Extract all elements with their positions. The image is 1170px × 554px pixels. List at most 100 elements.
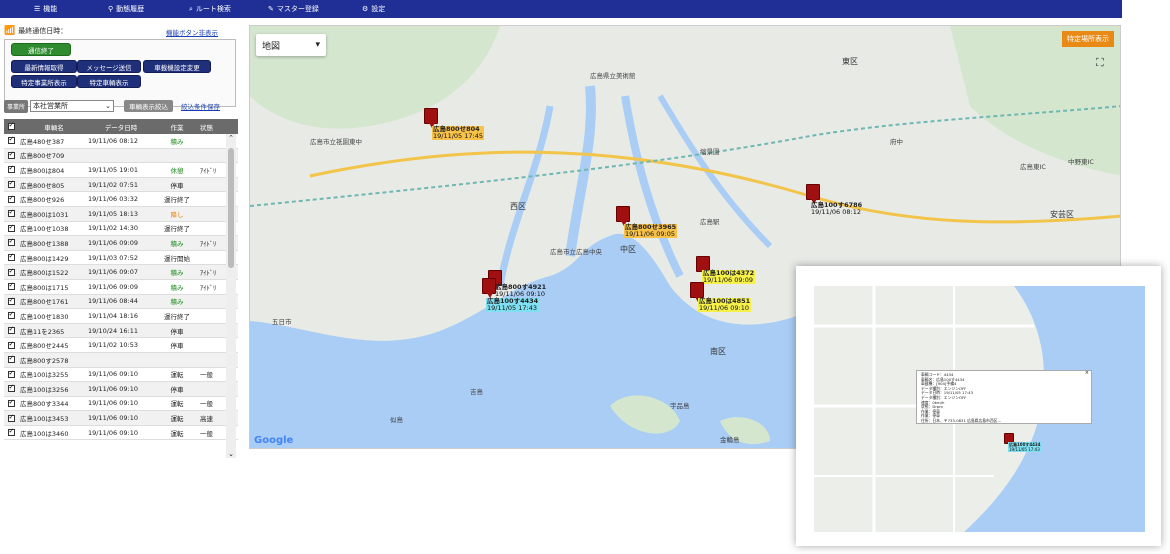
edit-icon: ✎ — [268, 5, 274, 13]
table-row[interactable]: 広島800せ805 19/11/02 07:51 停車 — [4, 177, 238, 193]
data-date: 19/11/06 08:44 — [88, 297, 138, 306]
table-row[interactable]: 広島11を2365 19/10/24 16:11 停車 — [4, 323, 238, 339]
show-office-button[interactable]: 特定事業所表示 — [11, 75, 77, 88]
office-select[interactable]: 本社営業所 ⌄ — [30, 100, 115, 112]
hide-func-buttons-link[interactable]: 機能ボタン非表示 — [166, 27, 218, 37]
row-checkbox[interactable] — [7, 208, 15, 218]
table-row[interactable]: 広島100は3460 19/11/06 09:10 運転 一般 — [4, 426, 238, 441]
special-place-button[interactable]: 特定場所表示 — [1062, 31, 1114, 47]
vehicle-info-popup: 車輌コード：4434 車輌名：広島100す4434 車載機：[904]予備4 データ種… — [916, 370, 1092, 424]
table-row[interactable]: 広島800す2578 — [4, 352, 238, 368]
vehicle-marker[interactable] — [806, 184, 820, 204]
table-row[interactable]: 広島800す3344 19/11/06 09:10 運転 一般 — [4, 397, 238, 412]
nav-history[interactable]: ⚲ 動態履歴 — [108, 4, 144, 14]
vehicle-name: 広島480せ387 — [20, 137, 65, 146]
show-vehicle-button[interactable]: 特定車輌表示 — [77, 75, 141, 88]
scroll-up-icon[interactable]: ⌃ — [226, 134, 236, 142]
table-row[interactable]: 広島800は1715 19/11/06 09:09 積み ｱｲﾄﾞﾘ — [4, 280, 238, 295]
table-row[interactable]: 広島480せ387 19/11/06 08:12 積み — [4, 134, 238, 149]
map-type-select[interactable]: 地図 ▾ — [256, 34, 326, 56]
row-checkbox[interactable] — [7, 150, 15, 159]
scroll-thumb[interactable] — [228, 148, 234, 268]
row-checkbox[interactable] — [7, 354, 15, 364]
nav-functions[interactable]: ☰ 機能 — [34, 4, 57, 14]
select-all-checkbox[interactable] — [7, 121, 15, 130]
scroll-down-icon[interactable]: ⌄ — [226, 450, 236, 458]
row-checkbox[interactable] — [7, 252, 15, 262]
row-checkbox[interactable] — [7, 310, 15, 320]
work-status: 積み — [170, 298, 184, 307]
row-checkbox[interactable] — [7, 194, 15, 203]
work-status: 停車 — [170, 181, 184, 190]
inset-map-panel: 車輌コード：4434 車輌名：広島100す4434 車載機：[904]予備4 データ種… — [796, 266, 1161, 546]
table-row[interactable]: 広島100は3256 19/11/06 09:10 停車 — [4, 382, 238, 397]
row-checkbox[interactable] — [7, 383, 15, 393]
place-label: 吉島 — [470, 388, 483, 396]
work-status: 運転 — [170, 415, 184, 424]
row-checkbox[interactable] — [7, 398, 15, 407]
table-row[interactable]: 広島800せ709 — [4, 148, 238, 164]
close-icon[interactable]: × — [1085, 371, 1089, 376]
state: 一般 — [200, 429, 213, 438]
row-checkbox[interactable] — [7, 340, 15, 349]
row-checkbox[interactable] — [7, 325, 15, 335]
row-checkbox[interactable] — [7, 223, 15, 232]
place-label: 広島市立祇園東中 — [310, 138, 362, 146]
place-label: 中野東IC — [1068, 158, 1094, 166]
inset-vehicle-label: 広島100す4434 19/11/05 17:43 — [1008, 442, 1042, 452]
place-label: 西区 — [510, 202, 526, 211]
table-row[interactable]: 広島800せ1388 19/11/06 09:09 積み ｱｲﾄﾞﾘ — [4, 236, 238, 251]
search-icon: ⌕ — [189, 4, 193, 13]
narrow-vehicles-button[interactable]: 車輌表示絞込 — [124, 100, 174, 112]
office-select-value: 本社営業所 — [33, 102, 69, 110]
row-checkbox[interactable] — [7, 237, 15, 247]
table-row[interactable]: 広島800は1031 19/11/05 18:13 降し — [4, 206, 238, 222]
vehicle-name: 広島100は3460 — [20, 429, 69, 438]
table-row[interactable]: 広島800せ1761 19/11/06 08:44 積み — [4, 294, 238, 310]
nav-route-search[interactable]: ⌕ ルート検索 — [189, 4, 231, 14]
inset-map[interactable]: 車輌コード：4434 車輌名：広島100す4434 車載機：[904]予備4 データ種… — [814, 286, 1145, 532]
table-row[interactable]: 広島800は1429 19/11/03 07:52 運行開始 — [4, 251, 238, 266]
data-date: 19/11/06 09:10 — [88, 370, 138, 379]
work-status: 運転 — [170, 371, 184, 380]
table-row[interactable]: 広島800は804 19/11/05 19:01 休憩 ｱｲﾄﾞﾘ — [4, 163, 238, 178]
row-checkbox[interactable] — [7, 179, 15, 189]
latest-info-button[interactable]: 最新情報取得 — [11, 60, 77, 73]
device-settings-button[interactable]: 車載機設定変更 — [143, 60, 211, 73]
work-status: 運行終了 — [164, 196, 190, 205]
place-label: 広島市立広島中央 — [550, 248, 602, 256]
comm-end-button[interactable]: 通信終了 — [11, 43, 71, 56]
row-checkbox[interactable] — [7, 369, 15, 378]
menu-icon: ☰ — [34, 5, 41, 13]
row-checkbox[interactable] — [7, 281, 15, 291]
vehicle-marker[interactable] — [616, 206, 630, 226]
row-checkbox[interactable] — [7, 427, 15, 437]
vehicle-label-time: 19/11/06 09:10 — [699, 304, 749, 312]
vehicle-marker[interactable] — [690, 282, 704, 302]
nav-master[interactable]: ✎ マスター登録 — [268, 4, 319, 14]
action-button-panel: 通信終了 最新情報取得 メッセージ送信 車載機設定変更 特定事業所表示 特定車輌… — [4, 39, 236, 107]
table-row[interactable]: 広島100せ1038 19/11/02 14:30 運行終了 — [4, 222, 238, 237]
save-filter-link[interactable]: 絞込条件保存 — [181, 101, 220, 111]
vehicle-marker[interactable] — [424, 108, 438, 128]
table-row[interactable]: 広島100は3255 19/11/06 09:10 運転 一般 — [4, 368, 238, 383]
vehicle-name: 広島800す2578 — [20, 356, 69, 365]
row-checkbox[interactable] — [7, 413, 15, 422]
vehicle-name: 広島100せ1830 — [20, 312, 69, 321]
table-row[interactable]: 広島100せ1830 19/11/04 18:16 運行終了 — [4, 309, 238, 324]
nav-settings[interactable]: ⚙ 設定 — [362, 4, 385, 14]
row-checkbox[interactable] — [7, 164, 15, 174]
table-scrollbar[interactable]: ⌃ ⌄ — [226, 134, 236, 458]
row-checkbox[interactable] — [7, 296, 15, 305]
table-row[interactable]: 広島800は1522 19/11/06 09:07 積み ｱｲﾄﾞﾘ — [4, 265, 238, 280]
row-checkbox[interactable] — [7, 267, 15, 276]
table-row[interactable]: 広島800せ2445 19/11/02 10:53 停車 — [4, 338, 238, 353]
send-message-button[interactable]: メッセージ送信 — [77, 60, 141, 73]
table-row[interactable]: 広島100は3453 19/11/06 09:10 運転 高速 — [4, 411, 238, 426]
table-row[interactable]: 広島800せ926 19/11/06 03:32 運行終了 — [4, 192, 238, 207]
row-checkbox[interactable] — [7, 135, 15, 145]
fullscreen-icon[interactable]: ⛶ — [1096, 56, 1110, 70]
data-date: 19/11/06 09:10 — [88, 428, 138, 437]
vehicle-marker[interactable] — [482, 278, 496, 298]
vehicle-name: 広島100せ1038 — [20, 225, 69, 234]
